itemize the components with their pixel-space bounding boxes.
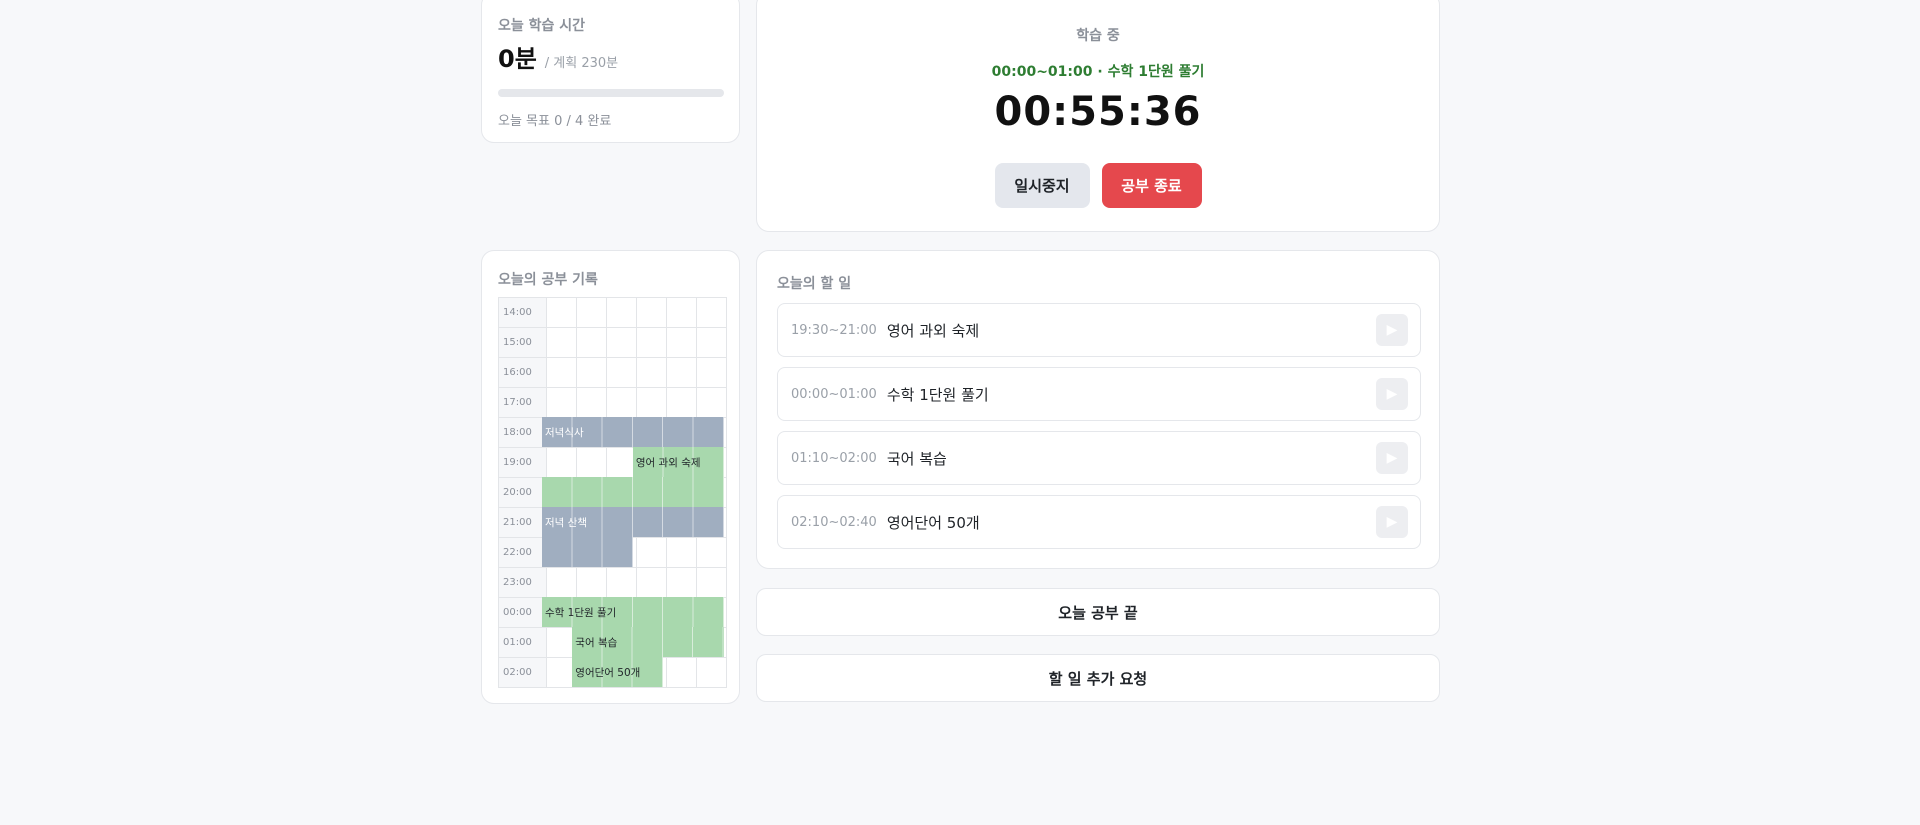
time-cell [546, 327, 577, 358]
hour-label: 23:00 [498, 567, 547, 598]
time-cell [606, 357, 637, 388]
play-icon[interactable]: ▶ [1376, 506, 1408, 538]
time-cell [666, 537, 697, 568]
timetable-row: 17:00 [498, 387, 727, 418]
time-cell [576, 297, 607, 328]
hour-label: 20:00 [498, 477, 547, 508]
todo-time: 00:00~01:00 [791, 386, 877, 402]
pause-button[interactable]: 일시중지 [994, 163, 1090, 208]
hour-label: 17:00 [498, 387, 547, 418]
time-cell [546, 447, 577, 478]
break-block: 저녁식사 [542, 417, 724, 447]
todo-card: 오늘의 할 일 19:30~21:00 영어 과외 숙제 ▶ 00:00~01:… [756, 250, 1440, 569]
time-cell [546, 567, 577, 598]
study-block [542, 477, 724, 507]
time-cell [666, 387, 697, 418]
studied-minutes: 0분 [498, 45, 537, 73]
time-cell [546, 357, 577, 388]
time-cell [696, 327, 727, 358]
goal-status: 오늘 목표 0 / 4 완료 [498, 114, 612, 129]
time-cell [636, 567, 667, 598]
todo-name: 국어 복습 [886, 449, 947, 468]
todo-time: 19:30~21:00 [791, 322, 877, 338]
current-task: 00:00~01:00 · 수학 1단원 풀기 [991, 64, 1205, 80]
time-cell [666, 357, 697, 388]
play-icon[interactable]: ▶ [1376, 314, 1408, 346]
time-cell [576, 447, 607, 478]
timer-clock: 00:55:36 [994, 89, 1202, 135]
study-time-title: 오늘 학습 시간 [498, 18, 586, 34]
time-cell [546, 387, 577, 418]
timetable-row: 14:00 [498, 297, 727, 328]
hour-label: 14:00 [498, 297, 547, 328]
todo-item: 01:10~02:00 국어 복습 ▶ [777, 431, 1421, 485]
time-cell [666, 297, 697, 328]
stop-study-button[interactable]: 공부 종료 [1101, 163, 1202, 208]
timer-status: 학습 중 [1076, 28, 1120, 44]
time-cell [696, 387, 727, 418]
hour-label: 15:00 [498, 327, 547, 358]
timetable-row: 16:00 [498, 357, 727, 388]
study-block: 수학 1단원 풀기 [542, 597, 724, 627]
todo-name: 영어단어 50개 [886, 513, 980, 532]
break-block: 저녁 산책 [542, 507, 724, 537]
time-cell [576, 327, 607, 358]
study-block: 영어단어 50개 [572, 657, 664, 687]
hour-label: 02:00 [498, 657, 547, 688]
time-cell [636, 357, 667, 388]
play-icon[interactable]: ▶ [1376, 378, 1408, 410]
todo-time: 01:10~02:00 [791, 450, 877, 466]
timetable-row: 23:00 [498, 567, 727, 598]
study-progress-bar [498, 89, 724, 97]
timetable-row: 15:00 [498, 327, 727, 358]
study-block: 국어 복습 [572, 627, 724, 657]
time-cell [636, 297, 667, 328]
time-cell [576, 567, 607, 598]
time-cell [696, 567, 727, 598]
timer-card: 학습 중 00:00~01:00 · 수학 1단원 풀기 00:55:36 일시… [756, 0, 1440, 232]
timer-buttons: 일시중지 공부 종료 [757, 163, 1439, 208]
time-cell [666, 327, 697, 358]
time-cell [696, 657, 727, 688]
time-cell [606, 297, 637, 328]
time-cell [696, 357, 727, 388]
time-cell [606, 387, 637, 418]
hour-label: 19:00 [498, 447, 547, 478]
time-cell [636, 387, 667, 418]
todo-item: 02:10~02:40 영어단어 50개 ▶ [777, 495, 1421, 549]
add-task-request-button[interactable]: 할 일 추가 요청 [756, 654, 1440, 702]
hour-label: 16:00 [498, 357, 547, 388]
time-cell [636, 537, 667, 568]
study-record-title: 오늘의 공부 기록 [498, 272, 598, 288]
minutes-row: 0분 / 계획 230분 [498, 39, 618, 74]
play-icon[interactable]: ▶ [1376, 442, 1408, 474]
time-cell [666, 657, 697, 688]
todo-time: 02:10~02:40 [791, 514, 877, 530]
time-cell [576, 387, 607, 418]
todo-title: 오늘의 할 일 [777, 276, 852, 292]
time-cell [606, 327, 637, 358]
hour-label: 22:00 [498, 537, 547, 568]
todo-name: 영어 과외 숙제 [886, 321, 980, 340]
time-cell [546, 297, 577, 328]
time-cell [606, 567, 637, 598]
end-day-button[interactable]: 오늘 공부 끝 [756, 588, 1440, 636]
today-study-time-card: 오늘 학습 시간 0분 / 계획 230분 오늘 목표 0 / 4 완료 [481, 0, 740, 143]
time-cell [576, 357, 607, 388]
todo-item: 19:30~21:00 영어 과외 숙제 ▶ [777, 303, 1421, 357]
todo-name: 수학 1단원 풀기 [886, 385, 989, 404]
time-cell [636, 327, 667, 358]
time-cell [696, 297, 727, 328]
time-cell [696, 537, 727, 568]
time-cell [666, 567, 697, 598]
study-record-card: 오늘의 공부 기록 14:00 15:00 16:00 17:00 18:00 19:00… [481, 250, 740, 704]
todo-item: 00:00~01:00 수학 1단원 풀기 ▶ [777, 367, 1421, 421]
hour-label: 21:00 [498, 507, 547, 538]
study-block: 영어 과외 숙제 [632, 447, 724, 477]
hour-label: 00:00 [498, 597, 547, 628]
planned-minutes: / 계획 230분 [544, 56, 619, 71]
hour-label: 01:00 [498, 627, 547, 658]
break-block [542, 537, 633, 567]
hour-label: 18:00 [498, 417, 547, 448]
